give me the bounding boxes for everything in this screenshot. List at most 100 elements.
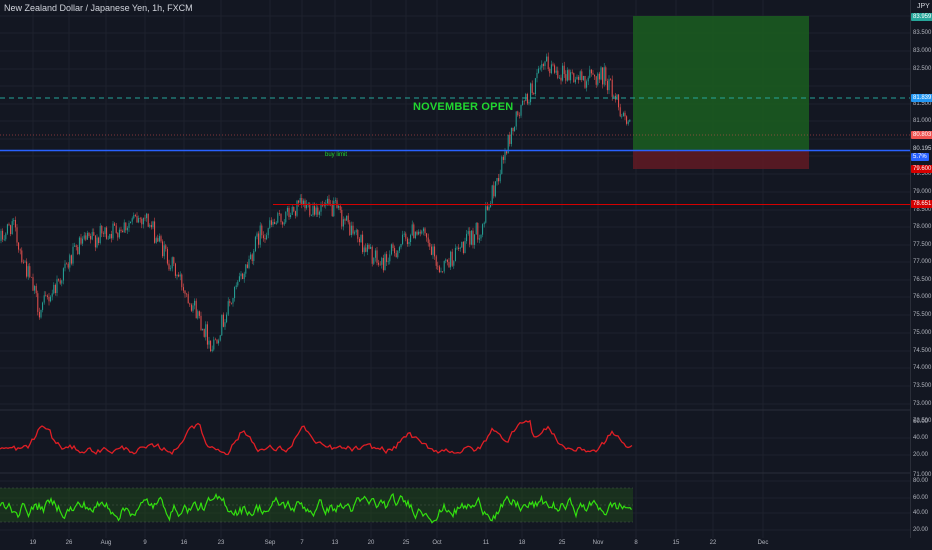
candle-body xyxy=(608,79,610,91)
candle-body xyxy=(422,228,424,232)
indicator-tick-label: 80.00 xyxy=(913,478,929,484)
candle-body xyxy=(494,181,496,197)
candle-body xyxy=(562,65,564,81)
candle-body xyxy=(400,244,402,248)
candle-body xyxy=(194,300,196,306)
time-tick-label: 25 xyxy=(402,540,410,546)
candle-body xyxy=(48,296,50,302)
candle-body xyxy=(122,231,124,233)
candle-body xyxy=(96,237,98,248)
time-tick-label: 11 xyxy=(482,540,490,546)
chart-canvas[interactable] xyxy=(0,0,932,550)
candle-body xyxy=(314,206,316,215)
candle-body xyxy=(14,220,16,228)
candle-body xyxy=(488,206,490,210)
candle-body xyxy=(472,230,474,245)
candle-body xyxy=(378,262,380,265)
candle-body xyxy=(570,72,572,81)
annotation-buy-limit[interactable]: buy limit xyxy=(325,152,347,158)
candle-body xyxy=(573,73,575,83)
candle-body xyxy=(462,241,464,254)
candle-body xyxy=(3,239,5,240)
candle-body xyxy=(2,230,4,240)
candle-body xyxy=(606,80,608,91)
candle-body xyxy=(610,79,612,80)
candle-body xyxy=(432,246,434,255)
candle-body xyxy=(35,286,37,294)
candle-body xyxy=(155,238,157,243)
candle-body xyxy=(29,266,31,277)
candle-body xyxy=(554,65,556,73)
candle-body xyxy=(501,156,503,174)
candle-body xyxy=(512,127,514,132)
candle-body xyxy=(158,236,160,242)
candle-body xyxy=(621,116,623,117)
candle-body xyxy=(518,115,520,116)
candle-body xyxy=(328,198,330,205)
candle-body xyxy=(126,227,128,231)
candle-body xyxy=(195,300,197,319)
candle-body xyxy=(230,302,232,304)
currency-label: JPY xyxy=(917,3,930,10)
candle-body xyxy=(338,205,340,208)
candle-body xyxy=(157,238,159,242)
candle-body xyxy=(411,224,413,236)
candle-body xyxy=(470,230,472,245)
time-tick-label: 22 xyxy=(709,540,717,546)
candle-body xyxy=(294,211,296,216)
candle-body xyxy=(256,233,258,237)
candle-body xyxy=(414,231,416,239)
candles xyxy=(0,52,631,353)
candle-body xyxy=(373,257,375,264)
candle-body xyxy=(616,94,618,100)
candle-body xyxy=(130,221,132,224)
candle-body xyxy=(149,225,151,227)
candle-body xyxy=(381,257,383,265)
candle-body xyxy=(56,279,58,294)
candle-body xyxy=(272,222,274,225)
candle-body xyxy=(542,64,544,67)
candle-body xyxy=(510,127,512,144)
candle-body xyxy=(485,206,487,223)
candle-body xyxy=(78,237,80,255)
candle-body xyxy=(456,247,458,249)
indicator-tick-label: 60.00 xyxy=(913,495,929,501)
candle-body xyxy=(366,244,368,252)
candle-body xyxy=(339,205,341,211)
candle-body xyxy=(5,233,7,240)
candle-body xyxy=(320,204,322,212)
candle-body xyxy=(445,259,447,261)
candle-body xyxy=(66,263,68,265)
candle-body xyxy=(213,339,215,350)
candle-body xyxy=(139,218,141,219)
candle-body xyxy=(576,76,578,80)
candle-body xyxy=(248,259,250,268)
candle-body xyxy=(299,198,301,203)
candle-body xyxy=(349,222,351,236)
candle-body xyxy=(350,225,352,236)
candle-body xyxy=(88,232,90,237)
price-tick-label: 73.000 xyxy=(913,401,932,407)
annotation-november-open[interactable]: NOVEMBER OPEN xyxy=(413,101,513,113)
candle-body xyxy=(8,224,10,226)
candle-body xyxy=(467,231,469,234)
price-tick-label: 82.500 xyxy=(913,66,932,72)
candle-body xyxy=(75,245,77,248)
candle-body xyxy=(162,241,164,257)
candle-body xyxy=(538,68,540,73)
candle-body xyxy=(117,232,119,238)
candle-body xyxy=(410,235,412,243)
candle-body xyxy=(493,185,495,197)
candle-body xyxy=(221,314,223,336)
candle-body xyxy=(584,75,586,88)
candle-body xyxy=(62,268,64,281)
candle-body xyxy=(208,340,210,345)
candle-body xyxy=(154,221,156,243)
candle-body xyxy=(424,228,426,234)
candle-body xyxy=(110,234,112,239)
candle-body xyxy=(163,245,165,257)
candle-body xyxy=(171,257,173,269)
time-tick-label: 13 xyxy=(331,540,339,546)
candle-body xyxy=(528,102,530,104)
candle-body xyxy=(104,227,106,234)
